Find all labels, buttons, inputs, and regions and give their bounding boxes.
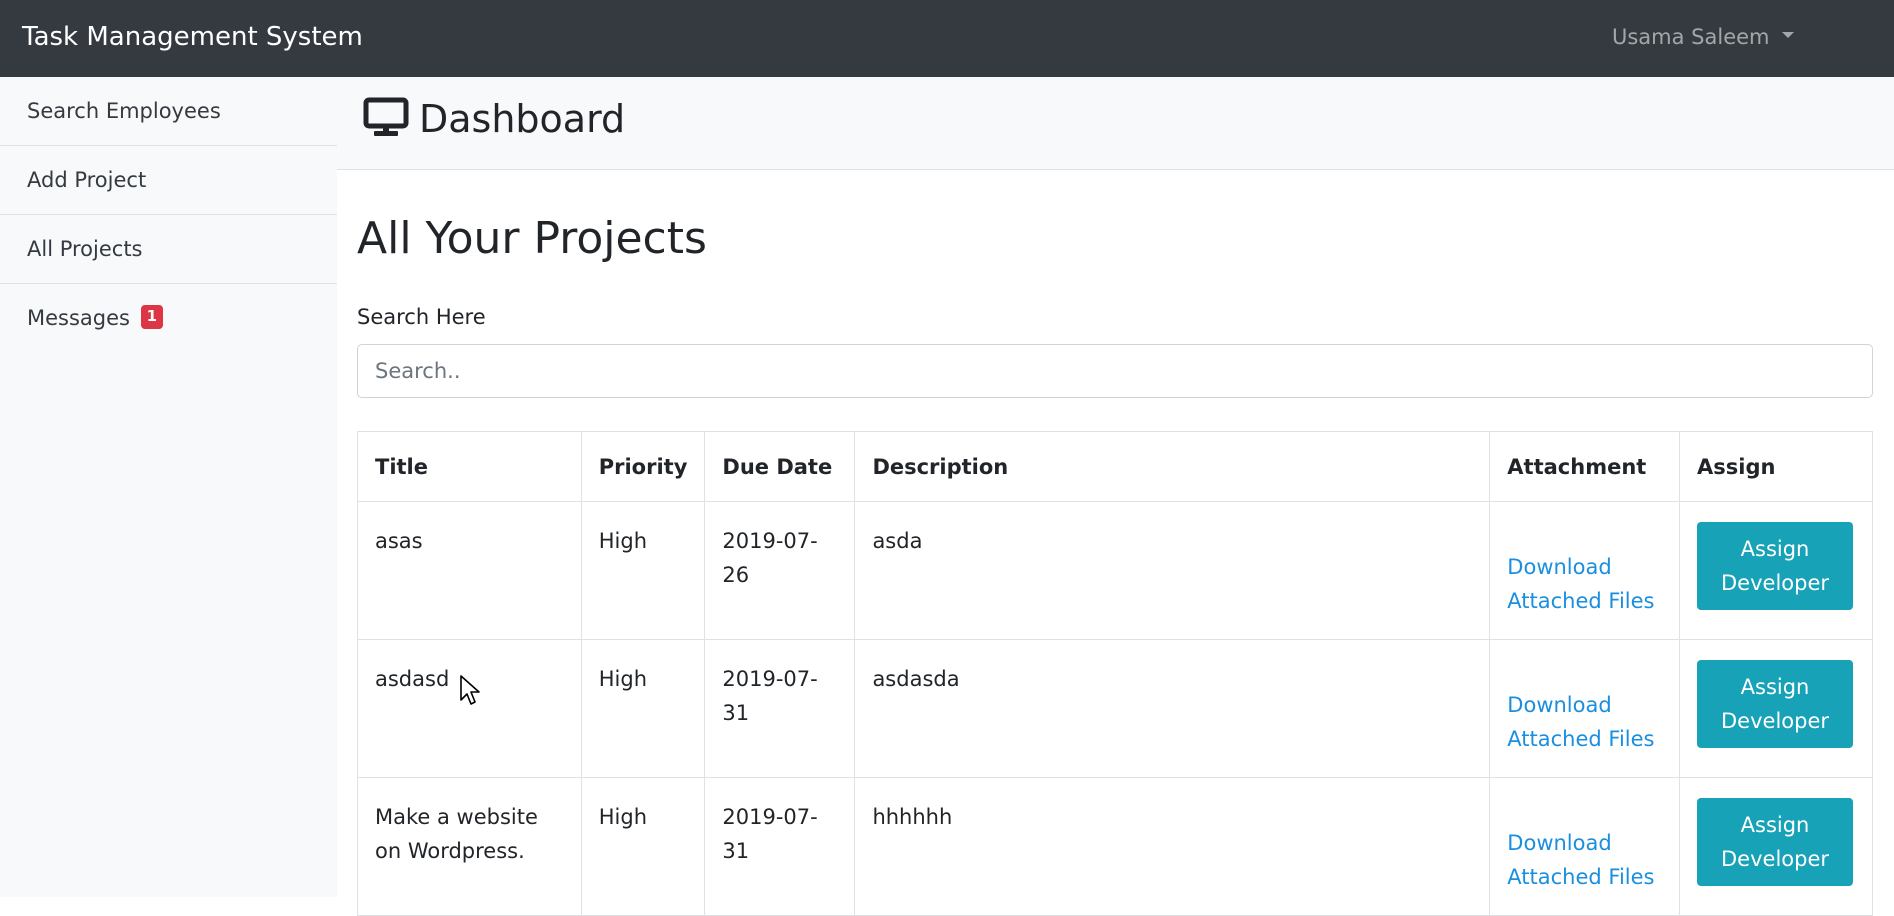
cell-title: Make a website on Wordpress.	[357, 777, 582, 916]
projects-table: Title Priority Due Date Description Atta…	[357, 431, 1873, 916]
search-label: Search Here	[357, 305, 486, 329]
sidebar-item-messages[interactable]: Messages 1	[0, 284, 337, 353]
table-row: Make a website on Wordpress. High 2019-0…	[357, 777, 1873, 916]
cell-attachment: Download Attached Files	[1489, 501, 1681, 640]
link-text-line1: Download	[1507, 555, 1612, 579]
table-header-row: Title Priority Due Date Description Atta…	[357, 431, 1873, 502]
cell-description: asdasda	[854, 639, 1491, 778]
sidebar-item-label: All Projects	[27, 237, 143, 261]
button-text-line2: Developer	[1721, 571, 1830, 595]
button-text-line1: Assign	[1740, 675, 1810, 699]
column-header-attachment: Attachment	[1489, 431, 1681, 502]
main-content: Dashboard All Your Projects Search Here …	[337, 77, 1894, 916]
button-text-line2: Developer	[1721, 709, 1830, 733]
column-header-priority: Priority	[580, 431, 706, 502]
sidebar-item-label: Search Employees	[27, 99, 221, 123]
button-text-line1: Assign	[1740, 537, 1810, 561]
download-attached-files-link[interactable]: Download Attached Files	[1507, 826, 1662, 894]
table-row: asas High 2019-07-26 asda Download Attac…	[357, 501, 1873, 640]
messages-count-badge: 1	[140, 305, 164, 329]
user-name: Usama Saleem	[1612, 25, 1770, 49]
link-text-line2: Attached Files	[1507, 865, 1655, 889]
link-text-line2: Attached Files	[1507, 727, 1655, 751]
column-header-due-date: Due Date	[704, 431, 856, 502]
button-text-line2: Developer	[1721, 847, 1830, 871]
button-text-line1: Assign	[1740, 813, 1810, 837]
sidebar: Search Employees Add Project All Project…	[0, 77, 337, 897]
link-text-line1: Download	[1507, 693, 1612, 717]
cell-attachment: Download Attached Files	[1489, 639, 1681, 778]
link-text-line2: Attached Files	[1507, 589, 1655, 613]
sidebar-item-label: Messages	[27, 306, 130, 330]
top-navbar: Task Management System Usama Saleem	[0, 0, 1894, 77]
cell-priority: High	[580, 639, 706, 778]
cell-assign: Assign Developer	[1679, 639, 1873, 778]
link-text-line1: Download	[1507, 831, 1612, 855]
sidebar-item-add-project[interactable]: Add Project	[0, 146, 337, 215]
page-header: Dashboard	[337, 77, 1894, 170]
cell-description: asda	[854, 501, 1491, 640]
cell-due-date: 2019-07-31	[704, 777, 856, 916]
cell-due-date: 2019-07-31	[704, 639, 856, 778]
column-header-assign: Assign	[1679, 431, 1873, 502]
cell-assign: Assign Developer	[1679, 777, 1873, 916]
cell-priority: High	[580, 777, 706, 916]
download-attached-files-link[interactable]: Download Attached Files	[1507, 688, 1662, 756]
assign-developer-button[interactable]: Assign Developer	[1697, 660, 1854, 748]
app-brand[interactable]: Task Management System	[22, 22, 363, 52]
cell-description: hhhhhh	[854, 777, 1491, 916]
cell-priority: High	[580, 501, 706, 640]
projects-heading: All Your Projects	[357, 213, 707, 264]
column-header-description: Description	[854, 431, 1491, 502]
cell-title: asdasd	[357, 639, 582, 778]
search-input[interactable]	[357, 344, 1873, 398]
user-menu-dropdown[interactable]: Usama Saleem	[1612, 25, 1794, 49]
sidebar-item-label: Add Project	[27, 168, 147, 192]
download-attached-files-link[interactable]: Download Attached Files	[1507, 550, 1662, 618]
caret-down-icon	[1781, 32, 1794, 38]
assign-developer-button[interactable]: Assign Developer	[1697, 798, 1854, 886]
sidebar-item-all-projects[interactable]: All Projects	[0, 215, 337, 284]
cell-assign: Assign Developer	[1679, 501, 1873, 640]
cell-title: asas	[357, 501, 582, 640]
mouse-pointer-icon	[460, 675, 480, 705]
column-header-title: Title	[357, 431, 582, 502]
cell-due-date: 2019-07-26	[704, 501, 856, 640]
desktop-monitor-icon	[363, 97, 409, 136]
table-row: asdasd High 2019-07-31 asdasda Download …	[357, 639, 1873, 778]
cell-attachment: Download Attached Files	[1489, 777, 1681, 916]
sidebar-item-search-employees[interactable]: Search Employees	[0, 77, 337, 146]
assign-developer-button[interactable]: Assign Developer	[1697, 522, 1854, 610]
page-title: Dashboard	[419, 97, 626, 141]
